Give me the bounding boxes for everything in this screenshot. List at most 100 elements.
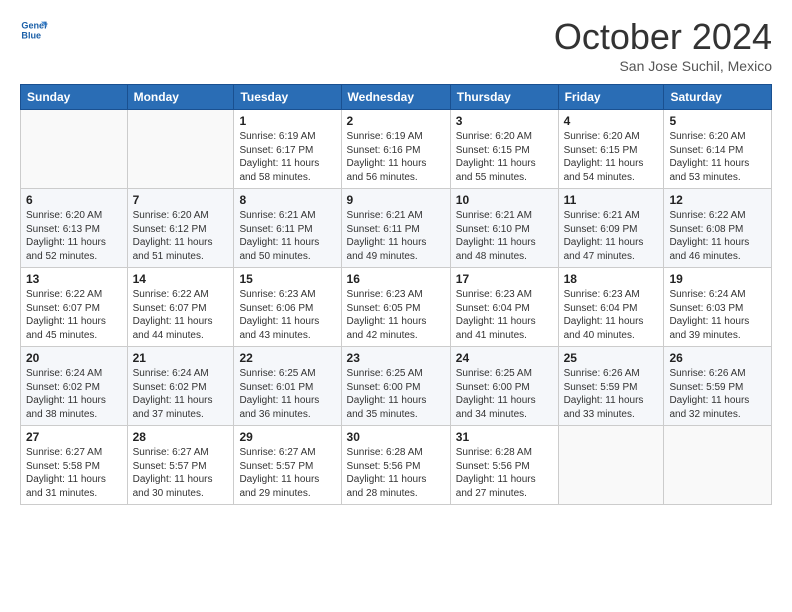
- day-info: Sunrise: 6:27 AMSunset: 5:57 PMDaylight:…: [133, 446, 229, 500]
- title-block: October 2024 San Jose Suchil, Mexico: [554, 16, 772, 74]
- table-row: 21Sunrise: 6:24 AMSunset: 6:02 PMDayligh…: [127, 347, 234, 426]
- day-number: 12: [669, 193, 766, 207]
- table-row: 9Sunrise: 6:21 AMSunset: 6:11 PMDaylight…: [341, 189, 450, 268]
- sunrise-text: Sunrise: 6:28 AM: [456, 447, 532, 458]
- table-row: 11Sunrise: 6:21 AMSunset: 6:09 PMDayligh…: [558, 189, 664, 268]
- table-row: [21, 110, 128, 189]
- day-number: 22: [239, 351, 335, 365]
- sunrise-text: Sunrise: 6:21 AM: [456, 210, 532, 221]
- daylight-text: Daylight: 11 hours and 32 minutes.: [669, 395, 749, 420]
- day-number: 14: [133, 272, 229, 286]
- sunset-text: Sunset: 6:02 PM: [133, 382, 207, 393]
- day-info: Sunrise: 6:20 AMSunset: 6:15 PMDaylight:…: [564, 130, 659, 184]
- table-row: 19Sunrise: 6:24 AMSunset: 6:03 PMDayligh…: [664, 268, 772, 347]
- sunrise-text: Sunrise: 6:21 AM: [564, 210, 640, 221]
- day-number: 7: [133, 193, 229, 207]
- sunset-text: Sunset: 6:01 PM: [239, 382, 313, 393]
- table-row: [127, 110, 234, 189]
- table-row: 28 Sunrise: 6:27 AMSunset: 5:57 PMDayligh…: [127, 426, 234, 505]
- sunrise-text: Sunrise: 6:20 AM: [26, 210, 102, 221]
- table-row: 12 Sunrise: 6:22 AM Sunset: 6:08 PM Dayligh…: [664, 189, 772, 268]
- daylight-text: Daylight: 11 hours and 42 minutes.: [347, 316, 427, 341]
- sunrise-text: Sunrise: 6:26 AM: [669, 368, 745, 379]
- day-number: 2: [347, 114, 445, 128]
- daylight-text: Daylight: 11 hours and 51 minutes.: [133, 237, 213, 262]
- day-number: 31: [456, 430, 553, 444]
- table-row: 29Sunrise: 6:27 AMSunset: 5:57 PMDayligh…: [234, 426, 341, 505]
- sunset-text: Sunset: 5:56 PM: [347, 461, 421, 472]
- sunrise-text: Sunrise: 6:26 AM: [564, 368, 640, 379]
- sunrise-text: Sunrise: 6:24 AM: [669, 289, 745, 300]
- sunset-text: Sunset: 6:07 PM: [133, 303, 207, 314]
- header: General Blue October 2024 San Jose Suchi…: [20, 16, 772, 74]
- daylight-text: Daylight: 11 hours and 53 minutes.: [669, 158, 749, 183]
- sunset-text: Sunset: 6:09 PM: [564, 224, 638, 235]
- day-number: 9: [347, 193, 445, 207]
- sunrise-text: Sunrise: 6:27 AM: [133, 447, 209, 458]
- table-row: 6Sunrise: 6:20 AMSunset: 6:13 PMDaylight…: [21, 189, 128, 268]
- daylight-text: Daylight: 11 hours and 46 minutes.: [669, 237, 749, 262]
- logo: General Blue: [20, 16, 48, 44]
- day-number: 4: [564, 114, 659, 128]
- day-number: 23: [347, 351, 445, 365]
- sunrise-text: Sunrise: 6:27 AM: [26, 447, 102, 458]
- table-row: 16Sunrise: 6:23 AMSunset: 6:05 PMDayligh…: [341, 268, 450, 347]
- table-row: 10Sunrise: 6:21 AMSunset: 6:10 PMDayligh…: [450, 189, 558, 268]
- day-number: 5: [669, 114, 766, 128]
- sunset-text: Sunset: 6:12 PM: [133, 224, 207, 235]
- day-info: Sunrise: 6:20 AMSunset: 6:12 PMDaylight:…: [133, 209, 229, 263]
- sunrise-text: Sunrise: 6:23 AM: [347, 289, 423, 300]
- daylight-text: Daylight: 11 hours and 36 minutes.: [239, 395, 319, 420]
- sunrise-text: Sunrise: 6:22 AM: [669, 210, 745, 221]
- daylight-text: Daylight: 11 hours and 47 minutes.: [564, 237, 644, 262]
- daylight-text: Daylight: 11 hours and 56 minutes.: [347, 158, 427, 183]
- sunrise-text: Sunrise: 6:21 AM: [239, 210, 315, 221]
- sunrise-text: Sunrise: 6:20 AM: [564, 131, 640, 142]
- daylight-text: Daylight: 11 hours and 50 minutes.: [239, 237, 319, 262]
- sunset-text: Sunset: 6:08 PM: [669, 224, 743, 235]
- daylight-text: Daylight: 11 hours and 31 minutes.: [26, 474, 106, 499]
- day-number: 15: [239, 272, 335, 286]
- day-info: Sunrise: 6:23 AMSunset: 6:04 PMDaylight:…: [564, 288, 659, 342]
- day-info: Sunrise: 6:28 AMSunset: 5:56 PMDaylight:…: [456, 446, 553, 500]
- header-saturday: Saturday: [664, 85, 772, 110]
- daylight-text: Daylight: 11 hours and 45 minutes.: [26, 316, 106, 341]
- header-monday: Monday: [127, 85, 234, 110]
- sunset-text: Sunset: 6:07 PM: [26, 303, 100, 314]
- daylight-text: Daylight: 11 hours and 38 minutes.: [26, 395, 106, 420]
- sunset-text: Sunset: 6:03 PM: [669, 303, 743, 314]
- day-number: 28: [133, 430, 229, 444]
- week-row-5: 27Sunrise: 6:27 AMSunset: 5:58 PMDayligh…: [21, 426, 772, 505]
- table-row: 20Sunrise: 6:24 AMSunset: 6:02 PMDayligh…: [21, 347, 128, 426]
- header-wednesday: Wednesday: [341, 85, 450, 110]
- day-info: Sunrise: 6:20 AMSunset: 6:15 PMDaylight:…: [456, 130, 553, 184]
- table-row: 7 Sunrise: 6:20 AMSunset: 6:12 PMDaylight…: [127, 189, 234, 268]
- sunrise-text: Sunrise: 6:25 AM: [456, 368, 532, 379]
- daylight-text: Daylight: 11 hours and 27 minutes.: [456, 474, 536, 499]
- table-row: 25Sunrise: 6:26 AMSunset: 5:59 PMDayligh…: [558, 347, 664, 426]
- sunrise-text: Sunrise: 6:27 AM: [239, 447, 315, 458]
- day-number: 25: [564, 351, 659, 365]
- sunset-text: Sunset: 6:13 PM: [26, 224, 100, 235]
- day-info: Sunrise: 6:22 AMSunset: 6:07 PMDaylight:…: [26, 288, 122, 342]
- sunset-text: Sunset: 6:11 PM: [239, 224, 312, 235]
- day-info: Sunrise: 6:20 AMSunset: 6:14 PMDaylight:…: [669, 130, 766, 184]
- daylight-text: Daylight: 11 hours and 49 minutes.: [347, 237, 427, 262]
- sunset-text: Sunset: 5:58 PM: [26, 461, 100, 472]
- day-info: Sunrise: 6:27 AM Sunset: 5:58 PM Daylight:…: [26, 446, 122, 500]
- sunset-text: Sunset: 6:00 PM: [456, 382, 530, 393]
- logo-icon: General Blue: [20, 16, 48, 44]
- table-row: [664, 426, 772, 505]
- sunset-text: Sunset: 6:15 PM: [564, 145, 638, 156]
- day-number: 3: [456, 114, 553, 128]
- header-thursday: Thursday: [450, 85, 558, 110]
- day-number: 30: [347, 430, 445, 444]
- daylight-text: Daylight: 11 hours and 33 minutes.: [564, 395, 644, 420]
- daylight-text: Daylight: 11 hours and 37 minutes.: [133, 395, 213, 420]
- header-sunday: Sunday: [21, 85, 128, 110]
- day-info: Sunrise: 6:21 AMSunset: 6:10 PMDaylight:…: [456, 209, 553, 263]
- day-info: Sunrise: 6:26 AMSunset: 5:59 PMDaylight:…: [669, 367, 766, 421]
- sunrise-text: Sunrise: 6:20 AM: [669, 131, 745, 142]
- daylight-text: Daylight: 11 hours and 55 minutes.: [456, 158, 536, 183]
- table-row: 17Sunrise: 6:23 AMSunset: 6:04 PMDayligh…: [450, 268, 558, 347]
